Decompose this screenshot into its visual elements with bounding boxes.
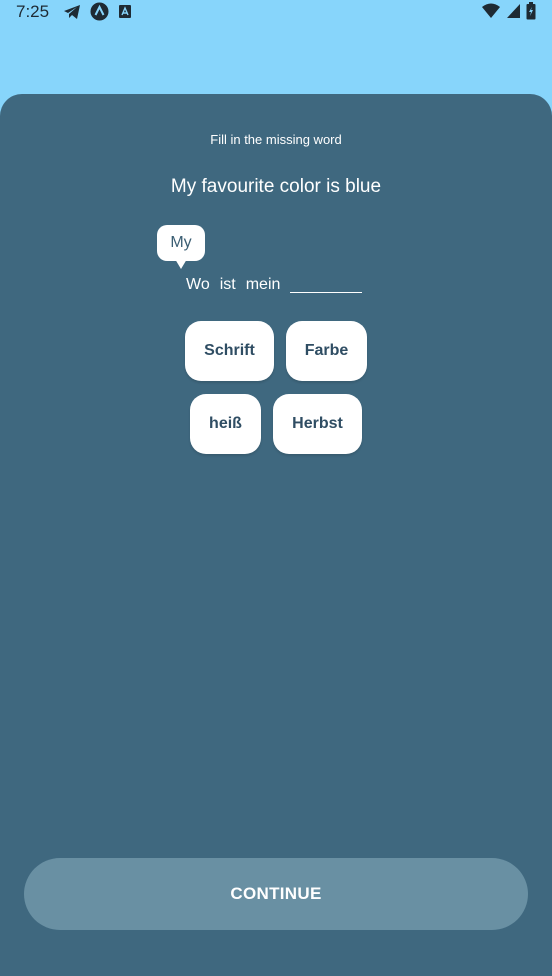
continue-button[interactable]: CONTINUE [24,858,528,930]
option-label: Farbe [304,342,349,359]
status-left-icons [63,2,132,26]
instruction-text: Fill in the missing word [210,132,342,147]
target-word: ist [219,276,236,293]
continue-label: CONTINUE [230,884,322,903]
option-button-farbe[interactable]: Farbe [286,321,367,381]
wifi-icon [481,3,501,24]
option-label: heiß [209,415,242,432]
status-bar: 7:25 [0,0,552,24]
source-sentence: My favourite color is blue [170,176,382,197]
option-button-herbst[interactable]: Herbst [273,394,362,454]
signal-icon [506,3,521,24]
status-right-icons [481,2,536,25]
exercise-sheet [0,94,552,976]
target-sentence: Wo ist mein [186,276,363,294]
option-label: Herbst [292,415,343,432]
option-button-heiss[interactable]: heiß [190,394,261,454]
target-word: Wo [186,276,210,293]
option-label: Schrift [204,342,255,359]
battery-icon [526,2,536,25]
hint-text: My [170,234,192,251]
telegram-icon [63,4,81,25]
hint-bubble: My [157,225,205,269]
answer-blank [290,276,363,293]
option-button-schrift[interactable]: Schrift [185,321,274,381]
app-a-square-icon [118,4,132,24]
target-word: mein [245,276,281,293]
status-time: 7:25 [16,2,50,21]
app-a-circle-icon [90,2,109,26]
